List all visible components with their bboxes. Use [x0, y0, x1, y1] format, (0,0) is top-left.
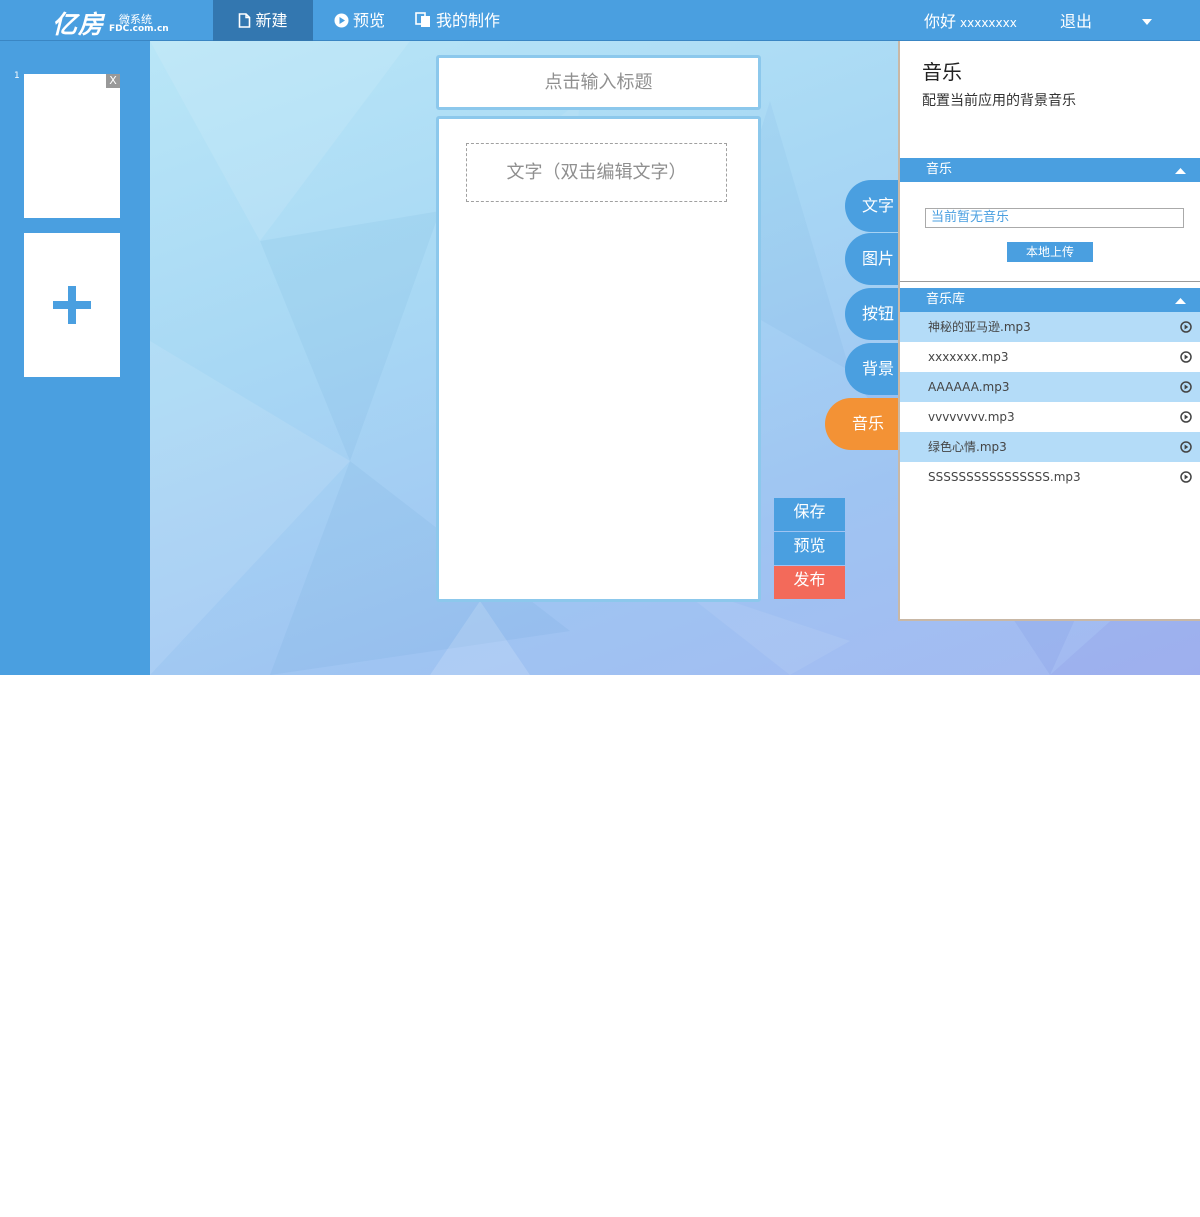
play-icon[interactable]: [1180, 351, 1192, 363]
music-library-header[interactable]: 音乐库: [900, 288, 1200, 312]
collapse-up-icon: [1175, 168, 1186, 174]
page-list-sidebar: 1 X: [0, 41, 150, 675]
upload-local-button[interactable]: 本地上传: [1007, 242, 1093, 262]
play-icon[interactable]: [1180, 321, 1192, 333]
logo-brand: 亿房: [52, 10, 105, 39]
nav-my-works[interactable]: 我的制作: [415, 0, 500, 41]
username: xxxxxxxx: [960, 16, 1017, 30]
play-icon[interactable]: [1180, 471, 1192, 483]
nav-preview-label: 预览: [353, 11, 386, 30]
play-circle-icon: [334, 13, 349, 28]
music-settings-panel: 音乐 配置当前应用的背景音乐 音乐 当前暂无音乐 本地上传 音乐库 神秘的亚马逊…: [898, 41, 1200, 621]
music-section-header[interactable]: 音乐: [900, 158, 1200, 182]
music-file-name: vvvvvvvv.mp3: [928, 410, 1015, 424]
tool-text[interactable]: 文字: [845, 180, 905, 232]
delete-page-button[interactable]: X: [106, 74, 120, 88]
music-file-name: xxxxxxx.mp3: [928, 350, 1009, 364]
play-icon[interactable]: [1180, 441, 1192, 453]
logo[interactable]: 亿房 微系统 FDC.com.cn: [52, 3, 172, 39]
save-button[interactable]: 保存: [774, 498, 845, 531]
music-section-label: 音乐: [926, 162, 953, 177]
collapse-up-icon: [1175, 298, 1186, 304]
copy-icon: [415, 12, 430, 27]
panel-title: 音乐: [922, 60, 962, 84]
panel-description: 配置当前应用的背景音乐: [922, 93, 1076, 109]
tool-button[interactable]: 按钮: [845, 288, 905, 340]
nav-new[interactable]: 新建: [213, 0, 313, 41]
music-list-item[interactable]: AAAAAA.mp3: [900, 372, 1200, 402]
music-file-name: SSSSSSSSSSSSSSSS.mp3: [928, 470, 1081, 484]
logout-link[interactable]: 退出: [1060, 0, 1092, 41]
title-input[interactable]: 点击输入标题: [436, 55, 761, 110]
current-music-field[interactable]: 当前暂无音乐: [925, 208, 1184, 228]
divider: [900, 281, 1200, 282]
user-greeting: 你好 xxxxxxxx: [924, 0, 1017, 41]
music-file-name: AAAAAA.mp3: [928, 380, 1010, 394]
music-file-name: 绿色心情.mp3: [928, 440, 1007, 454]
text-element[interactable]: 文字（双击编辑文字）: [466, 143, 727, 202]
music-list-item[interactable]: 绿色心情.mp3: [900, 432, 1200, 462]
publish-button[interactable]: 发布: [774, 566, 845, 599]
nav-new-label: 新建: [255, 11, 288, 30]
nav-my-works-label: 我的制作: [436, 11, 501, 30]
logo-domain: FDC.com.cn: [109, 24, 169, 34]
music-library-list: 神秘的亚马逊.mp3 xxxxxxx.mp3 AAAAAA.mp3 vvvvvv…: [900, 312, 1200, 492]
page-number: 1: [14, 71, 20, 81]
top-bar: 亿房 微系统 FDC.com.cn 新建 预览 我的制作 你好 xxxxxxxx …: [0, 0, 1200, 41]
chevron-down-icon[interactable]: [1141, 19, 1153, 26]
music-library-label: 音乐库: [926, 292, 966, 307]
nav-preview[interactable]: 预览: [334, 0, 385, 41]
music-list-item[interactable]: SSSSSSSSSSSSSSSS.mp3: [900, 462, 1200, 492]
play-icon[interactable]: [1180, 381, 1192, 393]
page-thumbnail[interactable]: [24, 74, 120, 218]
tool-music[interactable]: 音乐: [825, 398, 905, 450]
music-file-name: 神秘的亚马逊.mp3: [928, 320, 1031, 334]
music-list-item[interactable]: xxxxxxx.mp3: [900, 342, 1200, 372]
play-icon[interactable]: [1180, 411, 1192, 423]
greeting-text: 你好: [924, 12, 957, 31]
music-list-item[interactable]: vvvvvvvv.mp3: [900, 402, 1200, 432]
tool-image[interactable]: 图片: [845, 233, 905, 285]
document-icon: [239, 13, 251, 28]
tool-background[interactable]: 背景: [845, 343, 905, 395]
add-page-button[interactable]: [24, 233, 120, 377]
music-list-item[interactable]: 神秘的亚马逊.mp3: [900, 312, 1200, 342]
preview-button[interactable]: 预览: [774, 532, 845, 565]
phone-preview-canvas: 文字（双击编辑文字）: [436, 116, 761, 602]
